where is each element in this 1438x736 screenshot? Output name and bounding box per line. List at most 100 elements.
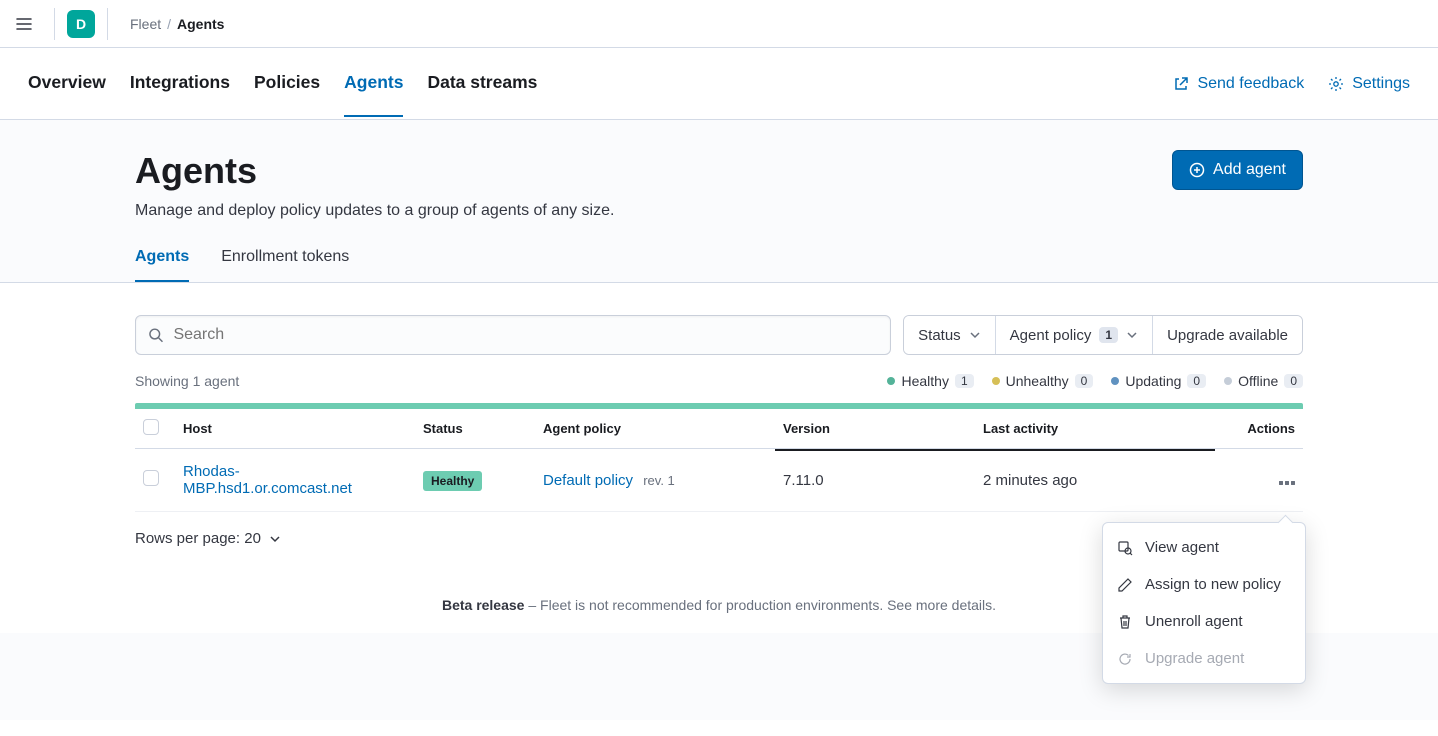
filter-status-label: Status [918,327,961,344]
send-feedback-label: Send feedback [1197,75,1304,93]
filter-agent-policy[interactable]: Agent policy 1 [996,316,1153,354]
menu-unenroll-agent[interactable]: Unenroll agent [1103,603,1305,640]
filter-agent-policy-label: Agent policy [1010,327,1092,344]
pencil-icon [1117,577,1133,593]
menu-assign-policy[interactable]: Assign to new policy [1103,566,1305,603]
status-label: Healthy [901,373,948,389]
status-healthy[interactable]: Healthy 1 [887,373,973,389]
inspect-icon [1117,540,1133,556]
breadcrumb: Fleet / Agents [130,16,224,32]
status-badge: Healthy [423,471,482,491]
divider [54,8,55,40]
status-count: 0 [1284,374,1303,388]
sub-tab-enrollment-tokens[interactable]: Enrollment tokens [221,248,349,282]
filter-agent-policy-count: 1 [1099,327,1118,343]
breadcrumb-parent[interactable]: Fleet [130,16,161,32]
menu-label: Upgrade agent [1145,650,1244,667]
filter-row: Status Agent policy 1 Upgrade available [135,315,1303,355]
beta-strong: Beta release [442,597,525,613]
popout-icon [1173,76,1189,92]
table-row: Rhodas-MBP.hsd1.or.comcast.net Healthy D… [135,449,1303,512]
chevron-down-icon [1126,329,1138,341]
showing-text: Showing 1 agent [135,373,239,389]
space-initial: D [76,16,86,32]
status-unhealthy[interactable]: Unhealthy 0 [992,373,1094,389]
breadcrumb-separator: / [167,16,171,32]
breadcrumb-current: Agents [177,16,224,32]
menu-label: Assign to new policy [1145,576,1281,593]
tab-data-streams[interactable]: Data streams [427,50,537,117]
dot-icon [1111,377,1119,385]
settings-label: Settings [1352,75,1410,93]
menu-upgrade-agent: Upgrade agent [1103,640,1305,677]
beta-text: – Fleet is not recommended for productio… [524,597,996,613]
nav-tabs: Overview Integrations Policies Agents Da… [28,50,537,117]
row-actions-menu: View agent Assign to new policy Unenroll… [1102,522,1306,684]
status-label: Updating [1125,373,1181,389]
status-label: Offline [1238,373,1278,389]
rows-per-page-label: Rows per page: 20 [135,530,261,547]
send-feedback-link[interactable]: Send feedback [1173,75,1304,93]
status-row: Showing 1 agent Healthy 1 Unhealthy 0 Up… [135,373,1303,389]
dot-icon [1224,377,1232,385]
menu-icon [16,16,32,32]
boxes-horizontal-icon [1279,481,1295,485]
chevron-down-icon [969,329,981,341]
filter-group: Status Agent policy 1 Upgrade available [903,315,1303,355]
rows-per-page-selector[interactable]: Rows per page: 20 [135,530,281,547]
search-icon [148,327,163,343]
menu-label: Unenroll agent [1145,613,1243,630]
tab-overview[interactable]: Overview [28,50,106,117]
status-count: 1 [955,374,974,388]
policy-rev: rev. 1 [643,473,675,488]
divider [107,8,108,40]
row-checkbox[interactable] [143,470,159,486]
add-agent-button[interactable]: Add agent [1172,150,1303,190]
dot-icon [887,377,895,385]
filter-upgrade-label: Upgrade available [1167,327,1288,344]
page-title: Agents [135,150,614,192]
last-activity-text: 2 minutes ago [983,472,1077,489]
tab-policies[interactable]: Policies [254,50,320,117]
host-link[interactable]: Rhodas-MBP.hsd1.or.comcast.net [183,463,352,497]
th-agent-policy[interactable]: Agent policy [535,409,775,449]
tab-integrations[interactable]: Integrations [130,50,230,117]
filter-upgrade-available[interactable]: Upgrade available [1153,316,1302,354]
version-text: 7.11.0 [783,472,824,489]
menu-label: View agent [1145,539,1219,556]
policy-link[interactable]: Default policy [543,472,633,489]
tab-agents[interactable]: Agents [344,50,403,117]
search-box[interactable] [135,315,891,355]
sort-indicator [975,449,1215,451]
filter-status[interactable]: Status [904,316,996,354]
th-version[interactable]: Version [775,409,975,449]
nav-row: Overview Integrations Policies Agents Da… [0,48,1438,120]
chevron-down-icon [269,533,281,545]
settings-link[interactable]: Settings [1328,75,1410,93]
nav-toggle-button[interactable] [8,8,40,40]
status-offline[interactable]: Offline 0 [1224,373,1303,389]
th-host[interactable]: Host [175,409,415,449]
refresh-icon [1117,651,1133,667]
agents-table: Host Status Agent policy Version Last ac… [135,409,1303,512]
status-count: 0 [1075,374,1094,388]
add-agent-label: Add agent [1213,161,1286,179]
th-last-activity[interactable]: Last activity [975,409,1215,449]
space-selector[interactable]: D [67,10,95,38]
sort-indicator [775,449,975,451]
menu-view-agent[interactable]: View agent [1103,529,1305,566]
trash-icon [1117,614,1133,630]
th-status[interactable]: Status [415,409,535,449]
sub-tabs: Agents Enrollment tokens [135,248,1303,282]
top-header: D Fleet / Agents [0,0,1438,48]
search-input[interactable] [173,326,878,344]
page-header: Agents Manage and deploy policy updates … [0,120,1438,283]
plus-circle-icon [1189,162,1205,178]
status-updating[interactable]: Updating 0 [1111,373,1206,389]
th-actions: Actions [1215,409,1303,449]
row-actions-button[interactable] [1279,481,1295,485]
sub-tab-agents[interactable]: Agents [135,248,189,282]
select-all-checkbox[interactable] [143,419,159,435]
status-label: Unhealthy [1006,373,1069,389]
page-description: Manage and deploy policy updates to a gr… [135,202,614,220]
